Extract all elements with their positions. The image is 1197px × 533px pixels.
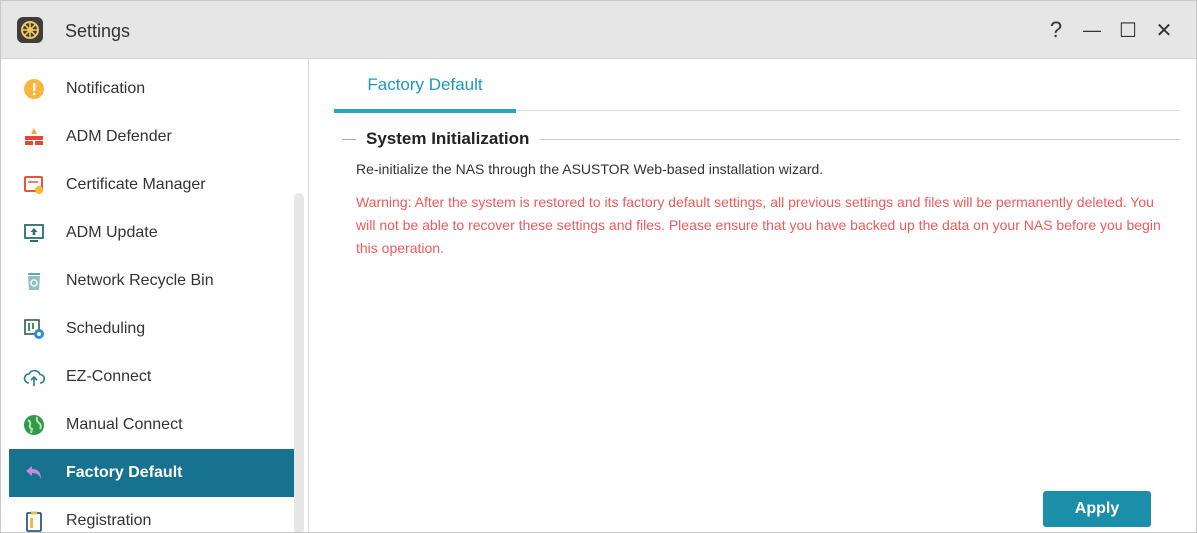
description-text: Re-initialize the NAS through the ASUSTO…	[356, 161, 824, 177]
sidebar-item-label: Factory Default	[66, 464, 183, 481]
sidebar-item-label: Registration	[66, 512, 152, 529]
tab-factory-default[interactable]: Factory Default	[334, 59, 516, 113]
sidebar-item-scheduling[interactable]: Scheduling	[9, 305, 295, 353]
exclamation-circle-icon	[23, 78, 45, 100]
tab-bar: Factory Default	[334, 59, 1180, 113]
sidebar-item-label: Manual Connect	[66, 416, 183, 433]
settings-window: Settings ? — ☐ ✕ Notification ADM Defend…	[0, 0, 1197, 533]
sidebar: Notification ADM Defender Certificate Ma…	[1, 59, 309, 532]
help-icon: ?	[1049, 17, 1063, 42]
section-divider-left	[342, 138, 356, 140]
title-bar[interactable]: Settings ? — ☐ ✕	[1, 1, 1196, 59]
globe-icon	[23, 414, 45, 436]
sidebar-item-label: Scheduling	[66, 320, 146, 337]
sidebar-item-network-recycle-bin[interactable]: Network Recycle Bin	[9, 257, 295, 305]
sidebar-item-label: Notification	[66, 80, 146, 97]
sidebar-item-label: Network Recycle Bin	[66, 272, 214, 289]
close-icon: ✕	[1155, 19, 1173, 42]
sidebar-item-label: Certificate Manager	[66, 176, 206, 193]
tab-label: Factory Default	[367, 75, 483, 94]
minimize-icon: —	[1083, 19, 1101, 40]
sidebar-item-ez-connect[interactable]: EZ-Connect	[9, 353, 295, 401]
section-title: System Initialization	[366, 129, 530, 148]
settings-app-icon	[17, 17, 43, 43]
window-title: Settings	[65, 21, 131, 41]
sidebar-item-adm-defender[interactable]: ADM Defender	[9, 113, 295, 161]
section-header: System Initialization	[342, 127, 1180, 151]
firewall-icon	[23, 126, 45, 148]
recycle-bin-icon	[23, 270, 45, 292]
apply-button[interactable]: Apply	[1043, 491, 1151, 527]
cloud-upload-icon	[23, 366, 45, 388]
sidebar-item-certificate-manager[interactable]: Certificate Manager	[9, 161, 295, 209]
undo-arrow-icon	[23, 462, 45, 484]
warning-text: Warning: After the system is restored to…	[356, 194, 1161, 256]
main-content: Factory Default System Initialization Re…	[310, 59, 1196, 532]
certificate-icon	[23, 174, 45, 196]
maximize-icon: ☐	[1119, 19, 1137, 42]
minimize-button[interactable]: —	[1074, 15, 1110, 45]
clipboard-icon	[23, 510, 45, 532]
window-controls: ? — ☐ ✕	[1038, 15, 1182, 45]
monitor-update-icon	[23, 222, 45, 244]
section-divider-right	[539, 138, 1180, 140]
sidebar-item-factory-default[interactable]: Factory Default	[9, 449, 295, 497]
sidebar-item-registration[interactable]: Registration	[9, 497, 295, 532]
sidebar-item-label: ADM Update	[66, 224, 158, 241]
maximize-button[interactable]: ☐	[1110, 15, 1146, 45]
close-button[interactable]: ✕	[1146, 15, 1182, 45]
sidebar-item-notification[interactable]: Notification	[9, 65, 295, 113]
sidebar-item-label: ADM Defender	[66, 128, 172, 145]
sidebar-list: Notification ADM Defender Certificate Ma…	[9, 65, 295, 532]
sidebar-item-label: EZ-Connect	[66, 368, 152, 385]
sidebar-item-adm-update[interactable]: ADM Update	[9, 209, 295, 257]
scheduling-icon	[23, 318, 45, 340]
sidebar-item-manual-connect[interactable]: Manual Connect	[9, 401, 295, 449]
sidebar-scrollbar[interactable]	[294, 193, 304, 532]
help-button[interactable]: ?	[1038, 15, 1074, 45]
active-tab-indicator	[334, 109, 516, 113]
